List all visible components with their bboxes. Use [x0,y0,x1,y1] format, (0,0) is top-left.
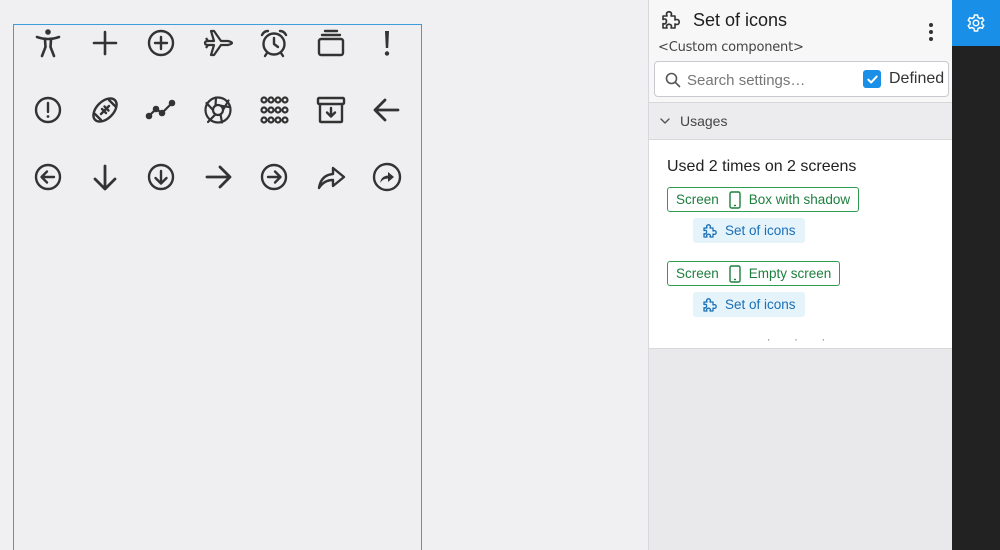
usage-component-chip[interactable]: Set of icons [693,292,805,317]
arrow-down-icon[interactable] [85,157,125,197]
chevron-down-icon [660,118,670,124]
phone-icon [729,264,741,283]
puzzle-piece-icon [662,10,681,29]
inspector-tab-strip [952,0,1000,550]
puzzle-piece-icon [703,223,717,238]
design-canvas[interactable] [0,0,648,550]
alert-circle-icon[interactable] [28,90,68,130]
app-window: Set of icons <Custom component> Def [0,0,1000,550]
puzzle-piece-icon [703,297,717,312]
settings-tab[interactable] [952,0,1000,46]
arrow-down-circle-icon[interactable] [141,157,181,197]
more-usages-indicator[interactable]: · · · [649,332,953,346]
alert-icon[interactable] [367,23,407,63]
component-title: Set of icons [693,10,788,30]
usages-section-body: Used 2 times on 2 screens Screen Box wit… [649,140,953,349]
screen-chip-label: Screen [676,266,719,281]
more-dot-icon [929,23,933,27]
airplane-icon[interactable] [198,23,238,63]
search-settings-input[interactable] [687,68,857,92]
plus-icon[interactable] [85,23,125,63]
search-settings-box: Defined [654,61,949,97]
usages-section-title: Usages [680,113,728,129]
checkmark-icon [866,75,878,83]
search-icon [665,72,681,88]
more-dot-icon [929,37,933,41]
usages-section-header[interactable]: Usages [649,102,953,140]
arrow-forward-circle-icon[interactable] [254,157,294,197]
add-circle-icon[interactable] [141,23,181,63]
component-chip-name: Set of icons [725,297,796,312]
accessibility-icon[interactable] [28,23,68,63]
alarm-clock-icon[interactable] [254,23,294,63]
screen-chip-label: Screen [676,192,719,207]
apps-grid-icon[interactable] [254,90,294,130]
component-type-label: <Custom component> [658,40,804,55]
properties-panel: Set of icons <Custom component> Def [648,0,953,550]
arrow-back-icon[interactable] [367,90,407,130]
arrow-back-circle-icon[interactable] [28,157,68,197]
component-chip-name: Set of icons [725,223,796,238]
defined-checkbox[interactable] [863,70,881,88]
screen-chip-name: Empty screen [748,266,832,281]
american-football-icon[interactable] [85,90,125,130]
defined-label[interactable]: Defined [889,70,944,88]
aperture-icon[interactable] [198,90,238,130]
panel-header: Set of icons <Custom component> Def [649,0,953,102]
usage-screen-chip[interactable]: Screen Box with shadow [667,187,860,212]
arrow-forward-icon[interactable] [198,157,238,197]
usages-summary: Used 2 times on 2 screens [667,158,857,175]
analytics-icon[interactable] [141,90,181,130]
gear-icon [967,14,985,32]
usage-screen-chip[interactable]: Screen Empty screen [667,261,841,286]
archive-icon[interactable] [311,90,351,130]
phone-icon [729,190,741,209]
albums-icon[interactable] [311,23,351,63]
component-frame[interactable] [13,24,422,550]
arrow-redo-circle-icon[interactable] [367,157,407,197]
usage-component-chip[interactable]: Set of icons [693,218,805,243]
more-dot-icon [929,30,933,34]
more-options-button[interactable] [921,20,941,44]
arrow-redo-icon[interactable] [311,157,351,197]
screen-chip-name: Box with shadow [748,192,851,207]
